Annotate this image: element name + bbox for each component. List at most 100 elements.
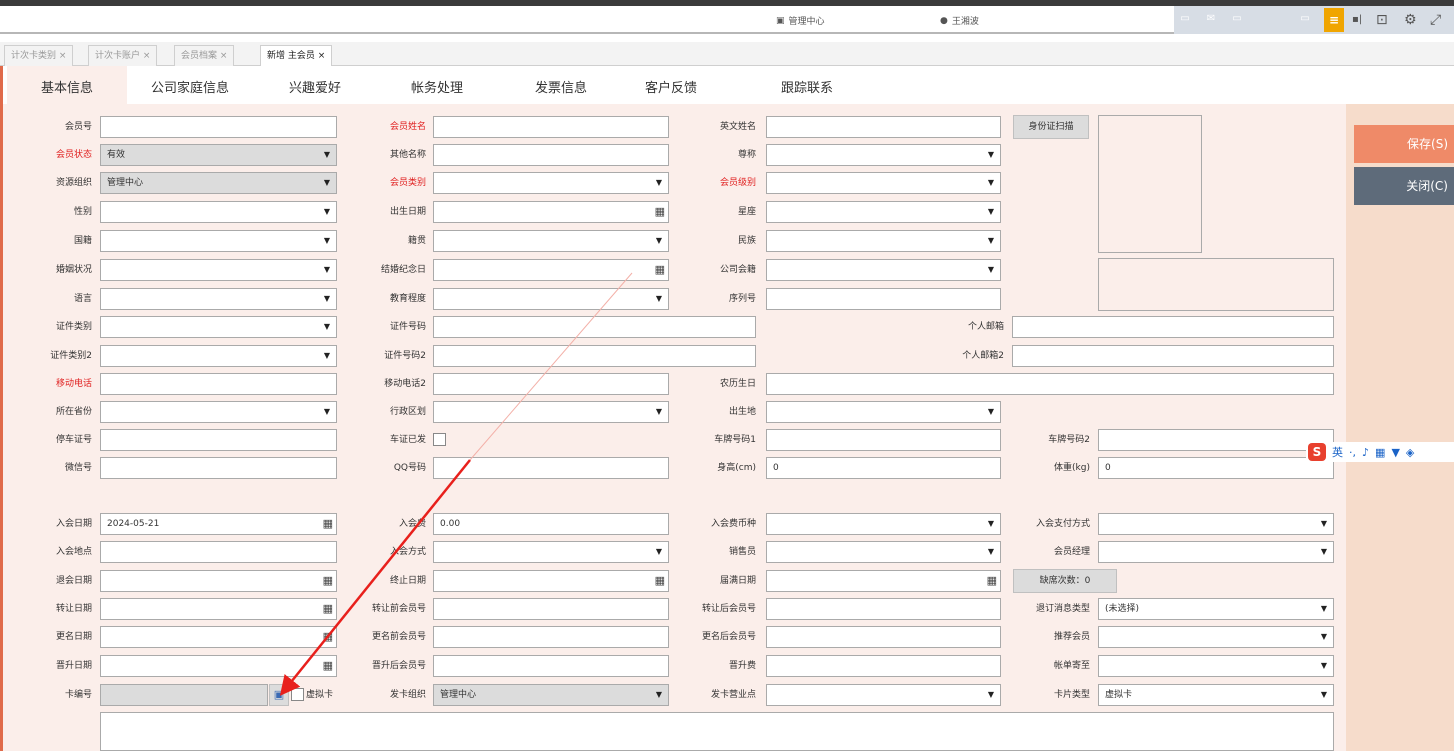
tab-new-member[interactable]: 新增 主会员 × (260, 45, 333, 67)
member-status-select[interactable]: 有效 ▼ (100, 144, 337, 166)
calendar-icon[interactable]: ▦ (323, 627, 333, 647)
wedding-date-picker[interactable]: ▦ (433, 259, 669, 281)
lunar-birthday-input[interactable] (766, 373, 1334, 395)
folder-icon[interactable]: ▭ (1178, 13, 1192, 25)
join-fee-currency-select[interactable]: ▼ (766, 513, 1001, 535)
skin-icon[interactable]: ▼ (1391, 446, 1399, 459)
promote-fee-input[interactable] (766, 655, 1001, 677)
transfer-date-picker[interactable]: ▦ (100, 598, 337, 620)
card-no-input[interactable] (100, 684, 268, 706)
language-select[interactable]: ▼ (100, 288, 337, 310)
tile-icon[interactable]: ▭ (1298, 13, 1312, 25)
email-input[interactable] (1012, 316, 1334, 338)
issue-org-select[interactable]: 管理中心 ▼ (433, 684, 669, 706)
id-no2-input[interactable] (433, 345, 756, 367)
tab-hobbies[interactable]: 兴趣爱好 (289, 77, 341, 96)
calendar-icon[interactable]: ▦ (323, 599, 333, 619)
tab-follow-up[interactable]: 跟踪联系 (781, 77, 833, 96)
nationality-select[interactable]: ▼ (100, 230, 337, 252)
salesperson-select[interactable]: ▼ (766, 541, 1001, 563)
serial-no-input[interactable] (766, 288, 1001, 310)
expand-icon[interactable]: ⤢ (1430, 12, 1441, 28)
window-icon[interactable]: ▭ (1230, 13, 1244, 25)
plate2-input[interactable] (1098, 429, 1334, 451)
punctuation-icon[interactable]: ·, (1349, 446, 1356, 459)
id-scan-button[interactable]: 身份证扫描 (1013, 115, 1089, 139)
mobile-input[interactable] (100, 373, 337, 395)
member-level-select[interactable]: ▼ (766, 172, 1001, 194)
company-membership-select[interactable]: ▼ (766, 259, 1001, 281)
org-switcher[interactable]: ▣ 管理中心 (776, 14, 825, 28)
marital-select[interactable]: ▼ (100, 259, 337, 281)
close-button[interactable]: 关闭(C) (1354, 167, 1454, 205)
gender-select[interactable]: ▼ (100, 201, 337, 223)
remarks-textarea[interactable] (100, 712, 1334, 751)
join-method-select[interactable]: ▼ (433, 541, 669, 563)
tab-card-account[interactable]: 计次卡账户 × (88, 45, 158, 66)
height-input[interactable]: 0 (766, 457, 1001, 479)
member-type-select[interactable]: ▼ (433, 172, 669, 194)
id-no-input[interactable] (433, 316, 756, 338)
tab-invoice[interactable]: 发票信息 (535, 77, 587, 96)
other-name-input[interactable] (433, 144, 669, 166)
tab-company-family[interactable]: 公司家庭信息 (151, 77, 229, 96)
unsub-msg-type-select[interactable]: (未选择) ▼ (1098, 598, 1334, 620)
pre-promote-no-input[interactable] (433, 655, 669, 677)
calendar-icon[interactable]: ▦ (655, 571, 665, 591)
post-transfer-no-input[interactable] (766, 598, 1001, 620)
pre-rename-no-input[interactable] (433, 626, 669, 648)
gear-icon[interactable]: ⚙ (1404, 12, 1417, 28)
card-type-select[interactable]: 虚拟卡 ▼ (1098, 684, 1334, 706)
microphone-icon[interactable]: ♪ (1362, 446, 1369, 459)
calendar-icon[interactable]: ▦ (655, 260, 665, 280)
birth-date-picker[interactable]: ▦ (433, 201, 669, 223)
ime-mode-label[interactable]: 英 (1332, 444, 1343, 460)
signature-box[interactable] (1098, 258, 1334, 311)
join-pay-method-select[interactable]: ▼ (1098, 513, 1334, 535)
tab-member-archive[interactable]: 会员档案 × (174, 45, 235, 66)
qq-input[interactable] (433, 457, 669, 479)
member-manager-select[interactable]: ▼ (1098, 541, 1334, 563)
tab-basic-info[interactable]: 基本信息 (7, 66, 127, 104)
menu-icon[interactable]: ≡ (1324, 8, 1344, 32)
district-select[interactable]: ▼ (433, 401, 669, 423)
tab-accounting[interactable]: 帐务处理 (411, 77, 463, 96)
bill-mail-to-select[interactable]: ▼ (1098, 655, 1334, 677)
lock-icon[interactable]: ⊡ (1376, 12, 1388, 28)
leave-date-picker[interactable]: ▦ (100, 570, 337, 592)
user-menu[interactable]: ● 王湘波 (940, 14, 979, 28)
english-name-input[interactable] (766, 116, 1001, 138)
toolbox-icon[interactable]: ◈ (1406, 446, 1414, 459)
plate1-input[interactable] (766, 429, 1001, 451)
calendar-icon[interactable]: ▦ (323, 514, 333, 534)
ime-toolbar[interactable]: S 英 ·, ♪ ▦ ▼ ◈ (1306, 442, 1454, 462)
email2-input[interactable] (1012, 345, 1334, 367)
calendar-icon[interactable]: ▦ (987, 571, 997, 591)
message-icon[interactable]: ✉ (1204, 13, 1218, 25)
join-place-input[interactable] (100, 541, 337, 563)
post-rename-no-input[interactable] (766, 626, 1001, 648)
absence-count-button[interactable]: 缺席次数：0 (1013, 569, 1117, 593)
birthplace-select[interactable]: ▼ (766, 401, 1001, 423)
education-select[interactable]: ▼ (433, 288, 669, 310)
calendar-icon[interactable]: ▦ (323, 571, 333, 591)
parking-issued-checkbox[interactable] (433, 433, 446, 446)
tab-card-category[interactable]: 计次卡类别 × (4, 45, 74, 66)
virtual-card-checkbox[interactable] (291, 688, 304, 701)
calendar-icon[interactable]: ▦ (323, 656, 333, 676)
wechat-input[interactable] (100, 457, 337, 479)
save-button[interactable]: 保存(S) (1354, 125, 1454, 163)
tab-feedback[interactable]: 客户反馈 (645, 77, 697, 96)
ethnicity-select[interactable]: ▼ (766, 230, 1001, 252)
rename-date-picker[interactable]: ▦ (100, 626, 337, 648)
member-name-input[interactable] (433, 116, 669, 138)
promote-date-picker[interactable]: ▦ (100, 655, 337, 677)
resource-org-select[interactable]: 管理中心 ▼ (100, 172, 337, 194)
native-place-select[interactable]: ▼ (433, 230, 669, 252)
parking-no-input[interactable] (100, 429, 337, 451)
member-photo[interactable] (1098, 115, 1202, 253)
referrer-select[interactable]: ▼ (1098, 626, 1334, 648)
end-date-picker[interactable]: ▦ (433, 570, 669, 592)
constellation-select[interactable]: ▼ (766, 201, 1001, 223)
issue-point-select[interactable]: ▼ (766, 684, 1001, 706)
